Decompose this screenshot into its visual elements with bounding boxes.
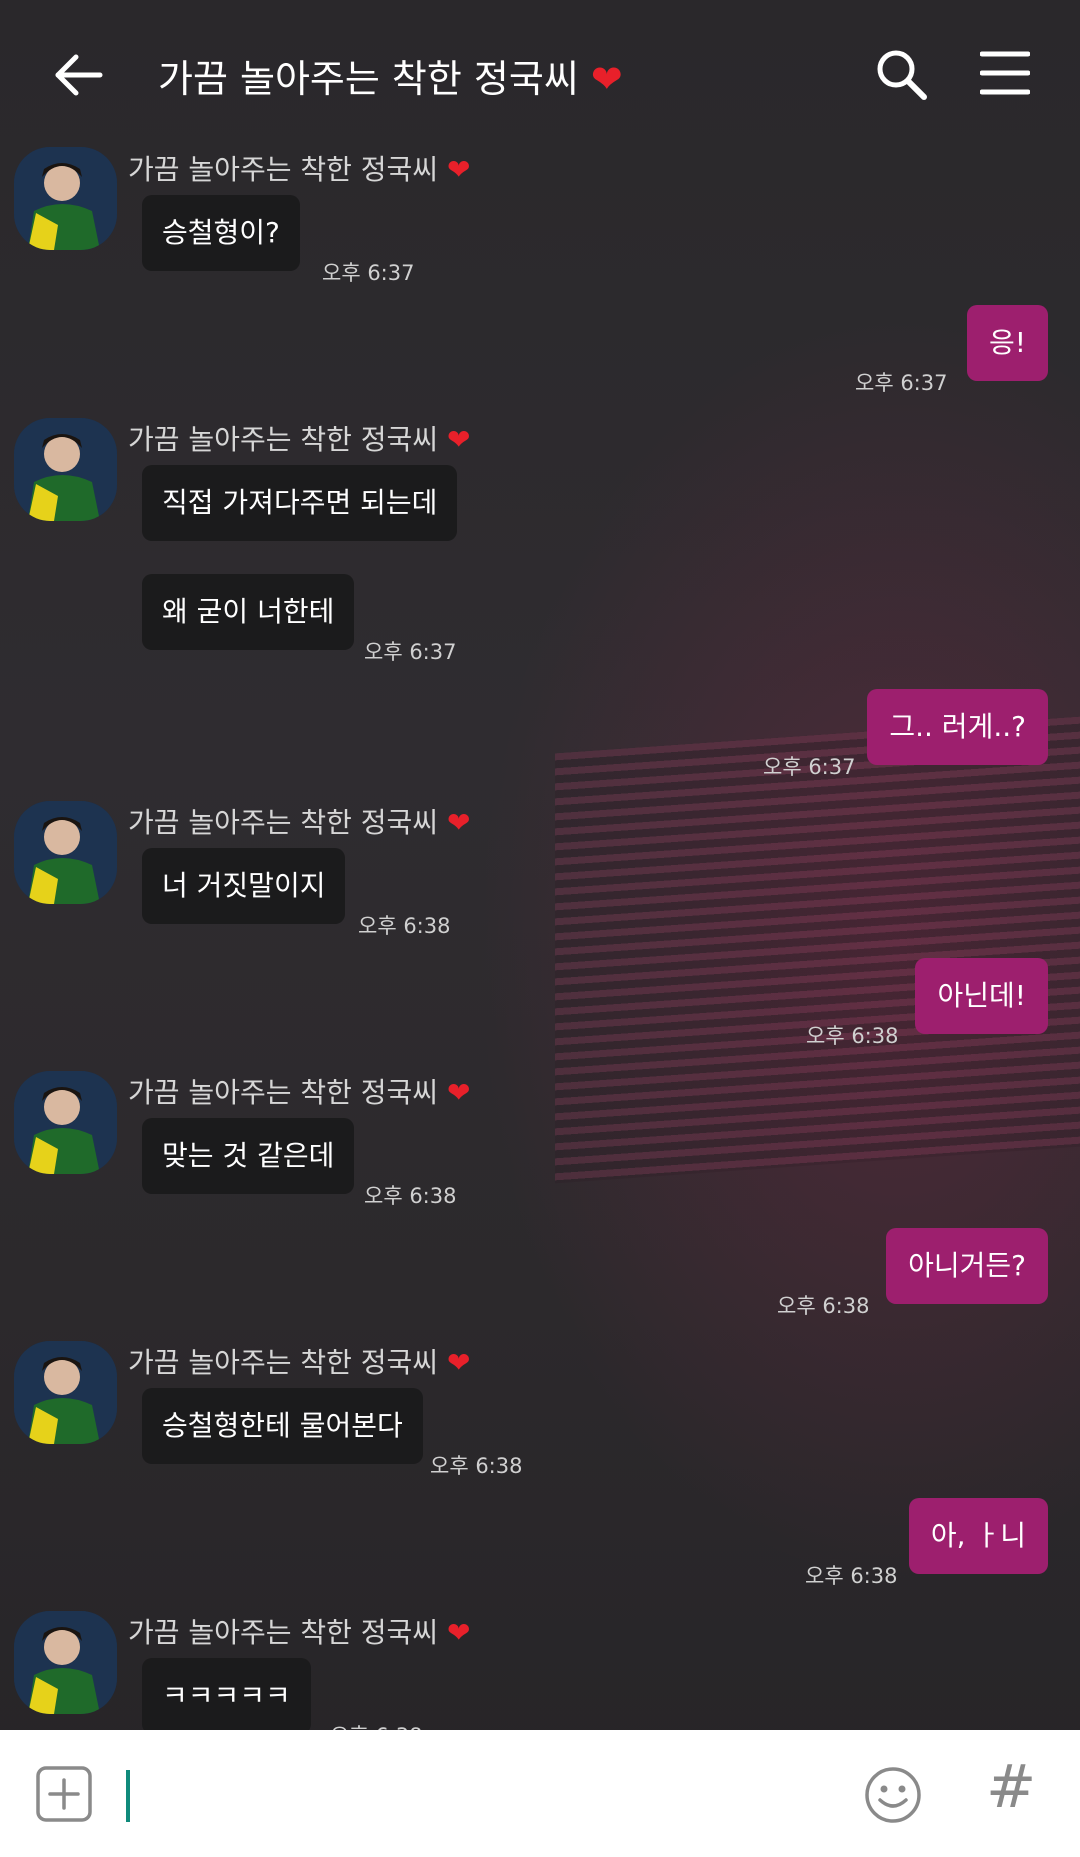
heart-icon: ❤ bbox=[590, 57, 623, 101]
message-timestamp: 오후 6:38 bbox=[806, 1024, 899, 1048]
outgoing-message-bubble[interactable]: 아, ㅏ니 bbox=[908, 1498, 1048, 1574]
heart-icon: ❤ bbox=[446, 153, 471, 186]
message-timestamp: 오후 6:37 bbox=[855, 371, 948, 395]
sender-name: 가끔 놀아주는 착한 정국씨 ❤ bbox=[128, 1616, 471, 1649]
outgoing-message-bubble[interactable]: 응! bbox=[967, 305, 1048, 381]
chat-title-text: 가끔 놀아주는 착한 정국씨 bbox=[158, 57, 579, 101]
outgoing-message-bubble[interactable]: 아닌데! bbox=[915, 958, 1048, 1034]
heart-icon: ❤ bbox=[446, 1076, 471, 1109]
message-timestamp: 오후 6:38 bbox=[364, 1184, 457, 1208]
sender-name: 가끔 놀아주는 착한 정국씨 ❤ bbox=[128, 423, 471, 456]
hashtag-icon[interactable]: # bbox=[986, 1752, 1036, 1822]
incoming-message-bubble[interactable]: 승철형이? bbox=[142, 195, 300, 271]
sender-name: 가끔 놀아주는 착한 정국씨 ❤ bbox=[128, 1346, 471, 1379]
avatar[interactable] bbox=[14, 801, 117, 904]
incoming-message-bubble[interactable]: 너 거짓말이지 bbox=[142, 848, 346, 924]
search-icon[interactable] bbox=[872, 45, 932, 105]
message-input-bar: # bbox=[0, 1730, 1080, 1857]
menu-icon[interactable] bbox=[979, 48, 1031, 98]
outgoing-message-bubble[interactable]: 그.. 러게..? bbox=[867, 689, 1048, 765]
message-timestamp: 오후 6:38 bbox=[805, 1564, 898, 1588]
heart-icon: ❤ bbox=[446, 1616, 471, 1649]
plus-icon[interactable] bbox=[36, 1766, 92, 1822]
message-timestamp: 오후 6:37 bbox=[322, 261, 415, 285]
heart-icon: ❤ bbox=[446, 423, 471, 456]
message-timestamp: 오후 6:38 bbox=[430, 1454, 523, 1478]
chat-header: 가끔 놀아주는 착한 정국씨 ❤ bbox=[0, 0, 1080, 150]
heart-icon: ❤ bbox=[446, 806, 471, 839]
avatar[interactable] bbox=[14, 147, 117, 250]
message-timestamp: 오후 6:38 bbox=[330, 1720, 422, 1730]
heart-icon: ❤ bbox=[446, 1346, 471, 1379]
outgoing-message-bubble[interactable]: 아니거든? bbox=[886, 1228, 1048, 1304]
message-timestamp: 오후 6:37 bbox=[364, 640, 457, 664]
incoming-message-bubble[interactable]: 맞는 것 같은데 bbox=[142, 1118, 355, 1194]
incoming-message-bubble[interactable]: 승철형한테 물어본다 bbox=[142, 1388, 423, 1464]
incoming-message-bubble[interactable]: 직접 가져다주면 되는데 bbox=[142, 465, 458, 541]
message-input[interactable] bbox=[126, 1770, 130, 1822]
back-arrow-icon[interactable] bbox=[50, 45, 110, 105]
avatar[interactable] bbox=[14, 1341, 117, 1444]
incoming-message-bubble[interactable]: ㅋㅋㅋㅋㅋ bbox=[142, 1658, 311, 1730]
chat-title: 가끔 놀아주는 착한 정국씨 ❤ bbox=[158, 48, 623, 103]
message-timestamp: 오후 6:37 bbox=[763, 755, 856, 779]
message-timestamp: 오후 6:38 bbox=[358, 914, 451, 938]
emoji-icon[interactable] bbox=[864, 1766, 922, 1824]
message-list[interactable]: 가끔 놀아주는 착한 정국씨 ❤ 승철형이? 오후 6:37 응! 오후 6:3… bbox=[0, 0, 1080, 1730]
sender-name: 가끔 놀아주는 착한 정국씨 ❤ bbox=[128, 1076, 471, 1109]
avatar[interactable] bbox=[14, 1611, 117, 1714]
sender-name: 가끔 놀아주는 착한 정국씨 ❤ bbox=[128, 153, 471, 186]
avatar[interactable] bbox=[14, 418, 117, 521]
incoming-message-bubble[interactable]: 왜 굳이 너한테 bbox=[142, 574, 355, 650]
sender-name: 가끔 놀아주는 착한 정국씨 ❤ bbox=[128, 806, 471, 839]
avatar[interactable] bbox=[14, 1071, 117, 1174]
message-timestamp: 오후 6:38 bbox=[777, 1294, 870, 1318]
